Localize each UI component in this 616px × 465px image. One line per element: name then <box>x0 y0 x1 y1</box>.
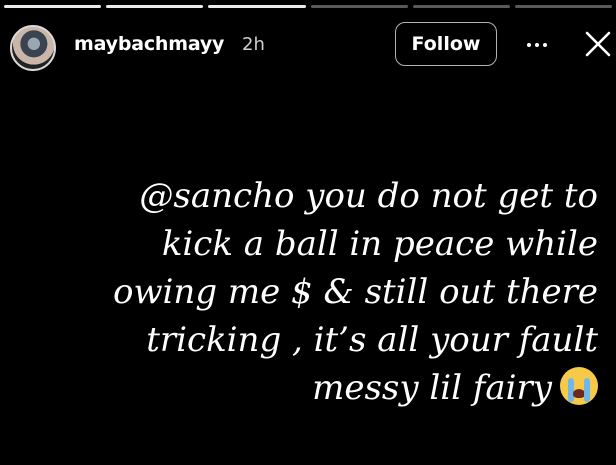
story-progress-bar <box>4 5 613 8</box>
progress-segment <box>310 5 408 8</box>
story-caption: @sancho you do not get to kick a ball in… <box>38 172 598 412</box>
close-icon[interactable] <box>582 28 614 60</box>
caption-text: messy lil fairy <box>312 368 552 408</box>
progress-segment <box>106 5 204 8</box>
caption-line: kick a ball in peace while <box>161 224 598 264</box>
progress-segment <box>514 5 613 8</box>
caption-line-last: messy lil fairy <box>38 364 598 412</box>
story-header: maybachmayy 2h Follow <box>10 20 611 71</box>
time-ago: 2h <box>242 34 265 55</box>
avatar[interactable] <box>10 25 56 71</box>
more-options-icon[interactable] <box>522 30 552 60</box>
caption-line: @sancho you do not get to <box>139 176 598 216</box>
progress-segment <box>208 5 306 8</box>
follow-button[interactable]: Follow <box>395 22 497 66</box>
progress-segment <box>412 5 510 8</box>
progress-segment <box>4 5 102 8</box>
caption-line: owing me $ & still out there <box>112 272 598 312</box>
caption-line: tricking , it’s all your fault <box>146 320 598 360</box>
loudly-crying-face-icon <box>560 367 598 405</box>
username[interactable]: maybachmayy <box>74 33 224 55</box>
